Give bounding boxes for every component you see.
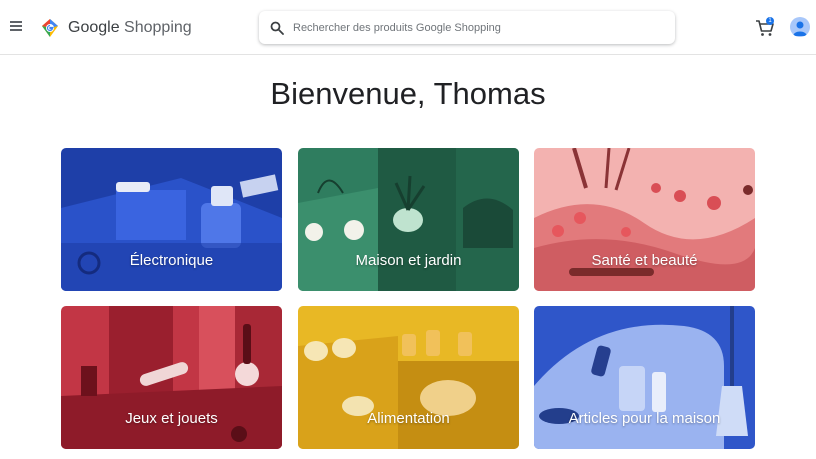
category-tile-toys-games[interactable]: Jeux et jouets bbox=[61, 306, 282, 449]
category-label: Maison et jardin bbox=[355, 252, 462, 269]
logo-google-text: Google bbox=[68, 19, 120, 36]
menu-icon[interactable] bbox=[8, 19, 24, 35]
category-label: Électronique bbox=[129, 252, 214, 269]
category-label: Jeux et jouets bbox=[125, 410, 218, 427]
category-tile-home-garden[interactable]: Maison et jardin bbox=[298, 148, 519, 291]
category-tile-electronics[interactable]: Électronique bbox=[61, 148, 282, 291]
avatar[interactable] bbox=[790, 17, 810, 37]
logo-shopping-text: Shopping bbox=[124, 19, 192, 36]
logo-wordmark[interactable]: Google Shopping bbox=[68, 19, 192, 37]
top-bar: Google Shopping 1 bbox=[0, 0, 816, 55]
health-beauty-illustration bbox=[534, 148, 755, 291]
food-illustration bbox=[298, 306, 519, 449]
search-box[interactable] bbox=[259, 11, 675, 44]
welcome-heading: Bienvenue, Thomas bbox=[270, 76, 546, 111]
toys-games-illustration bbox=[61, 306, 282, 449]
category-label: Santé et beauté bbox=[591, 252, 698, 269]
category-tile-household[interactable]: Articles pour la maison bbox=[534, 306, 755, 449]
avatar-icon bbox=[793, 21, 807, 36]
search-input[interactable] bbox=[293, 11, 663, 44]
category-label: Articles pour la maison bbox=[568, 410, 721, 427]
home-garden-illustration bbox=[298, 148, 519, 291]
category-tile-health-beauty[interactable]: Santé et beauté bbox=[534, 148, 755, 291]
search-icon[interactable] bbox=[270, 21, 284, 35]
category-tile-food[interactable]: Alimentation bbox=[298, 306, 519, 449]
category-label: Alimentation bbox=[367, 410, 450, 427]
household-illustration bbox=[534, 306, 755, 449]
electronics-illustration bbox=[61, 148, 282, 291]
google-shopping-logo-icon[interactable] bbox=[39, 17, 61, 39]
cart-count-badge: 1 bbox=[766, 17, 774, 25]
